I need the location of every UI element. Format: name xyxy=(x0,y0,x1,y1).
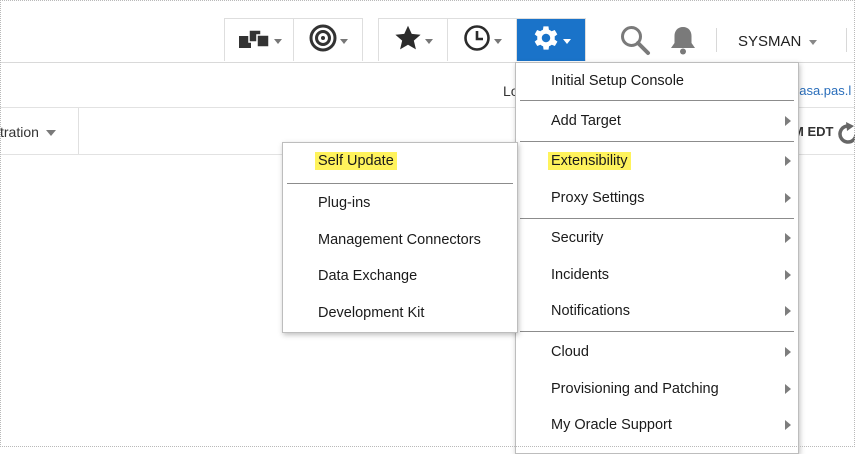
menu-item-plug-ins[interactable]: Plug-ins xyxy=(318,185,370,221)
chevron-right-icon xyxy=(785,384,791,394)
menu-item-label: Data Exchange xyxy=(318,268,418,284)
setup-menu-button[interactable] xyxy=(516,19,585,61)
menu-item-add-target[interactable]: Add Target xyxy=(551,103,621,139)
menu-item-notifications[interactable]: Notifications xyxy=(551,293,630,329)
extensibility-submenu: Self Update Plug-ins Management Connecto… xyxy=(282,142,518,333)
menu-item-provisioning-and-patching[interactable]: Provisioning and Patching xyxy=(551,371,719,407)
global-header: SYSMAN xyxy=(0,0,855,63)
menu-item-label: Self Update xyxy=(315,152,397,170)
user-menu[interactable]: SYSMAN xyxy=(738,33,818,50)
menu-item-cloud[interactable]: Cloud xyxy=(551,334,589,370)
menu-item-management-connectors[interactable]: Management Connectors xyxy=(318,222,481,258)
targets-icon xyxy=(237,26,271,55)
menu-item-data-exchange[interactable]: Data Exchange xyxy=(318,258,417,294)
menu-item-my-oracle-support[interactable]: My Oracle Support xyxy=(551,407,672,443)
menu-item-self-update[interactable]: Self Update xyxy=(315,143,397,179)
host-link[interactable]: pasa.pas.l xyxy=(792,83,851,98)
menu-item-proxy-settings[interactable]: Proxy Settings xyxy=(551,180,645,216)
menu-item-security[interactable]: Security xyxy=(551,220,603,256)
menu-item-label: Initial Setup Console xyxy=(551,73,684,89)
star-icon xyxy=(394,24,422,57)
menu-item-label: Security xyxy=(551,230,604,246)
chevron-right-icon xyxy=(785,347,791,357)
chevron-down-icon xyxy=(562,38,571,44)
chevron-right-icon xyxy=(785,233,791,243)
favorites-group xyxy=(378,18,586,61)
menu-divider xyxy=(520,331,794,332)
bell-icon[interactable] xyxy=(668,24,698,61)
targets-menu-button[interactable] xyxy=(225,19,293,61)
menu-item-development-kit[interactable]: Development Kit xyxy=(318,295,424,331)
menu-item-label: Add Target xyxy=(551,113,621,129)
chevron-right-icon xyxy=(785,193,791,203)
menu-divider xyxy=(520,100,794,101)
menu-item-label: Incidents xyxy=(551,267,610,283)
chevron-down-icon xyxy=(339,38,348,44)
target-monitoring-icon xyxy=(309,24,337,57)
menu-item-label: Provisioning and Patching xyxy=(551,381,719,397)
monitoring-menu-button[interactable] xyxy=(293,19,362,61)
chevron-right-icon xyxy=(785,306,791,316)
tab-administration[interactable]: tration xyxy=(0,124,56,140)
menu-item-label: My Oracle Support xyxy=(551,417,672,433)
tab-divider xyxy=(78,108,79,154)
chevron-right-icon xyxy=(785,156,791,166)
clock-icon xyxy=(463,24,491,57)
menu-item-label: Proxy Settings xyxy=(551,190,645,206)
gear-icon xyxy=(532,24,560,57)
history-menu-button[interactable] xyxy=(447,19,516,61)
menu-item-label: Extensibility xyxy=(548,152,631,170)
targets-group xyxy=(224,18,363,61)
chevron-right-icon xyxy=(785,420,791,430)
menu-divider xyxy=(520,218,794,219)
refresh-icon[interactable] xyxy=(836,120,855,151)
toolbar-divider xyxy=(716,28,717,52)
menu-item-label: Cloud xyxy=(551,344,589,360)
menu-divider xyxy=(520,141,794,142)
favorites-menu-button[interactable] xyxy=(379,19,447,61)
search-icon[interactable] xyxy=(619,24,651,61)
menu-item-initial-setup-console[interactable]: Initial Setup Console xyxy=(551,63,684,99)
user-name: SYSMAN xyxy=(738,33,802,50)
chevron-right-icon xyxy=(785,270,791,280)
tab-label: tration xyxy=(0,124,39,140)
chevron-down-icon xyxy=(809,40,818,45)
chevron-down-icon xyxy=(424,38,433,44)
chevron-down-icon xyxy=(493,38,502,44)
menu-item-label: Management Connectors xyxy=(318,232,481,248)
menu-divider xyxy=(287,183,513,184)
setup-menu: Initial Setup Console Add Target Extensi… xyxy=(515,62,799,454)
toolbar-divider xyxy=(846,28,847,52)
chevron-right-icon xyxy=(785,116,791,126)
refresh-timestamp: M EDT xyxy=(793,124,834,139)
menu-item-label: Notifications xyxy=(551,303,630,319)
chevron-down-icon xyxy=(273,38,282,44)
chevron-down-icon xyxy=(45,130,56,136)
menu-item-incidents[interactable]: Incidents xyxy=(551,257,609,293)
menu-item-label: Development Kit xyxy=(318,305,425,321)
menu-item-extensibility[interactable]: Extensibility xyxy=(548,143,631,179)
menu-item-label: Plug-ins xyxy=(318,195,371,211)
